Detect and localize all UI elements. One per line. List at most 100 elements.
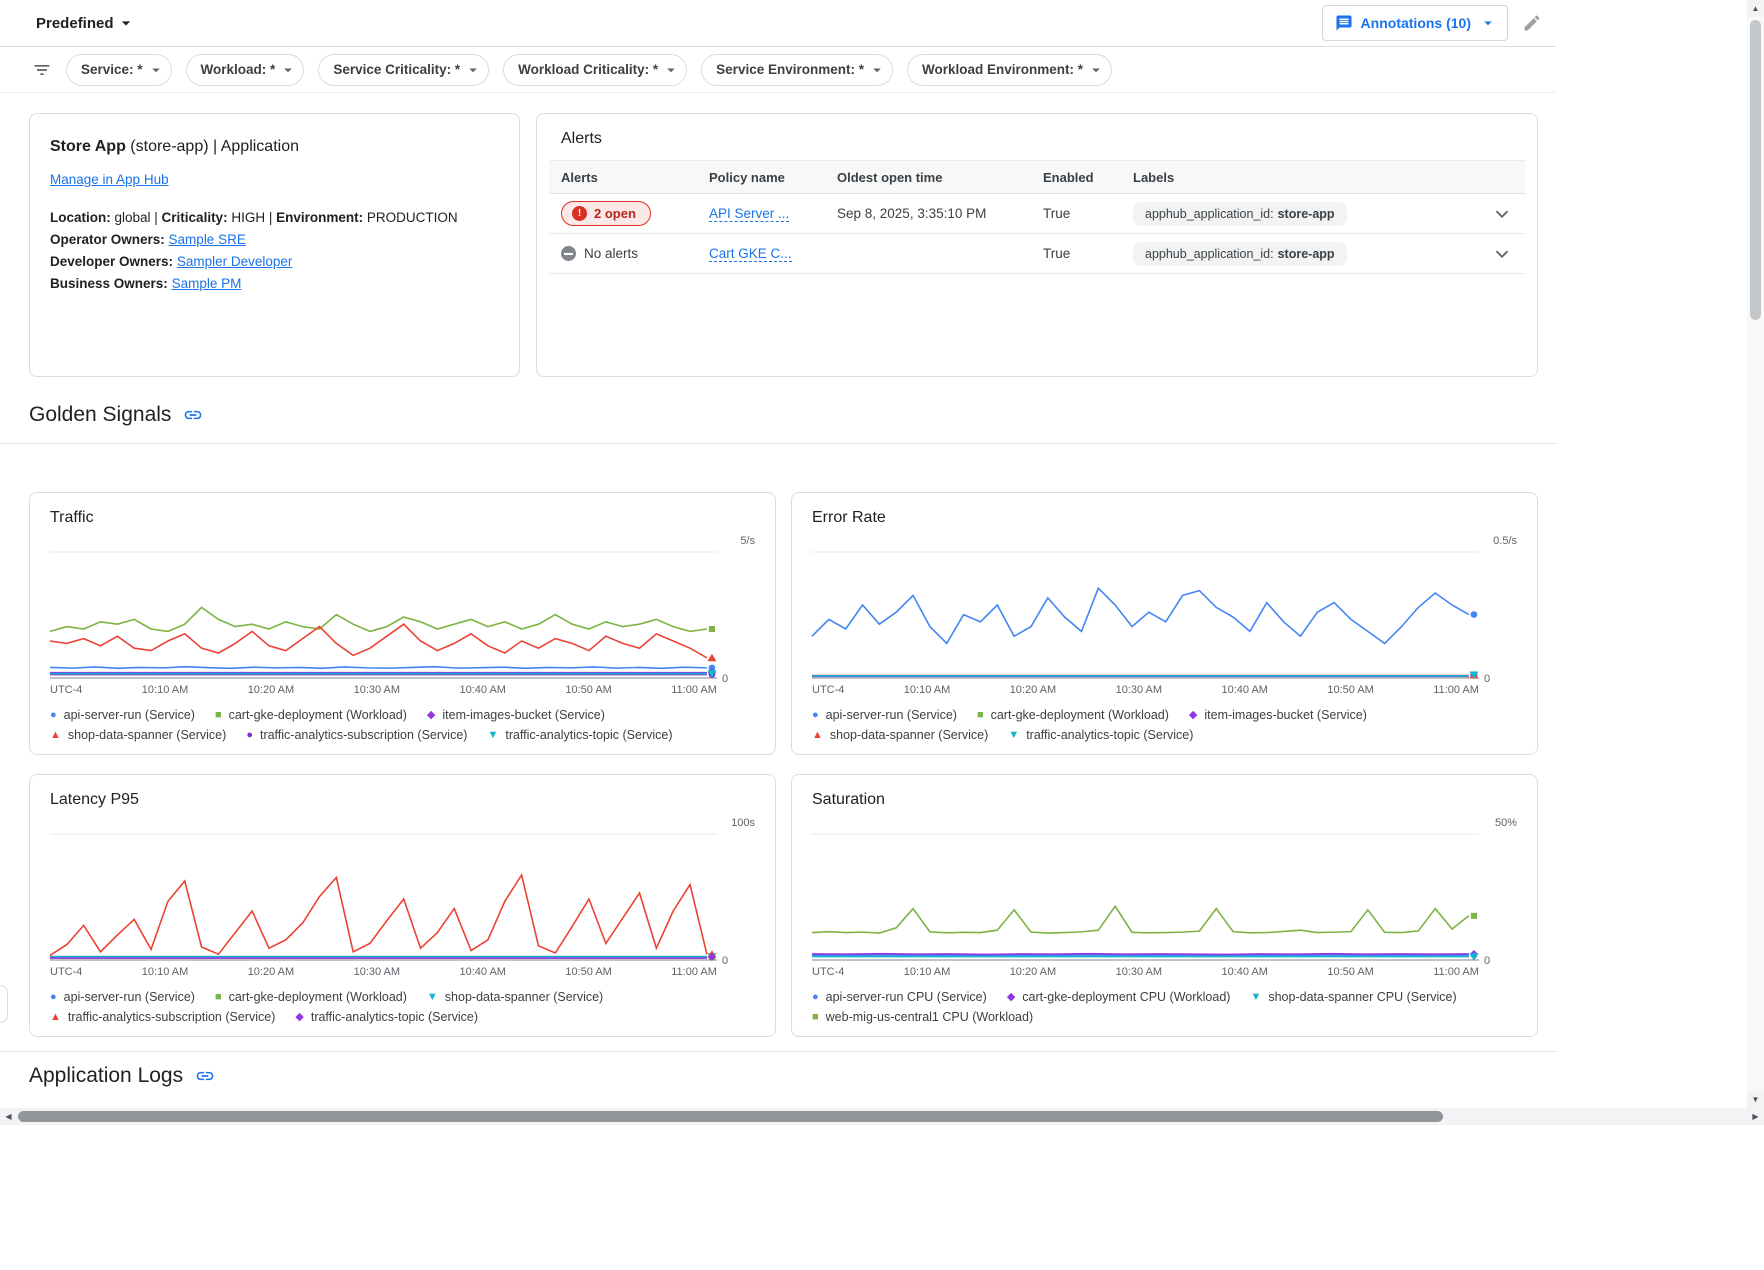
link-icon[interactable]	[195, 1066, 215, 1086]
preset-dropdown[interactable]: Predefined	[36, 13, 136, 33]
alert-open-badge[interactable]: 2 open	[561, 201, 651, 226]
vertical-scrollbar[interactable]: ▲ ▼	[1747, 0, 1764, 1108]
edit-icon[interactable]	[1522, 13, 1542, 33]
x-tick-label: 10:40 AM	[459, 684, 505, 696]
x-tick-label: 10:50 AM	[565, 966, 611, 978]
owner-link[interactable]: Sample PM	[172, 276, 242, 291]
owner-link[interactable]: Sample SRE	[169, 232, 246, 247]
x-tick-label: 10:20 AM	[248, 684, 294, 696]
chart-plot[interactable]	[50, 551, 717, 679]
legend-item[interactable]: ● api-server-run (Service)	[812, 708, 957, 722]
vertical-scroll-thumb[interactable]	[1750, 20, 1761, 320]
y-axis: 0.5/s 0	[1479, 551, 1517, 679]
scroll-right-arrow[interactable]: ▶	[1747, 1108, 1764, 1125]
filter-chip[interactable]: Service Criticality: *	[318, 54, 489, 86]
section-divider	[0, 443, 1556, 444]
chevron-down-icon	[147, 61, 165, 79]
alerts-table: AlertsPolicy nameOldest open timeEnabled…	[549, 160, 1525, 274]
legend-series-name: api-server-run (Service)	[826, 708, 957, 722]
x-tick-label: 10:30 AM	[1116, 684, 1162, 696]
legend-item[interactable]: ▲traffic-analytics-subscription (Service…	[50, 1010, 275, 1024]
chevron-down-icon	[662, 61, 680, 79]
alert-labels-cell: apphub_application_id:store-app	[1125, 194, 1481, 234]
legend-item[interactable]: ▼shop-data-spanner CPU (Service)	[1250, 990, 1456, 1004]
legend-marker-square-icon: ■	[977, 710, 984, 721]
chart-legend: ● api-server-run (Service) ■cart-gke-deplo…	[812, 708, 1517, 742]
expand-row-button[interactable]	[1489, 241, 1515, 267]
chevron-down-icon	[279, 61, 297, 79]
filter-chip[interactable]: Workload Criticality: *	[503, 54, 687, 86]
legend-item[interactable]: ▼traffic-analytics-topic (Service)	[487, 728, 672, 742]
legend-item[interactable]: ▲shop-data-spanner (Service)	[50, 728, 226, 742]
alerts-column-header: Enabled	[1035, 160, 1125, 194]
x-tick-label: 11:00 AM	[671, 966, 717, 978]
link-icon[interactable]	[183, 405, 203, 425]
policy-link[interactable]: API Server ...	[709, 206, 789, 222]
scroll-down-arrow[interactable]: ▼	[1747, 1091, 1764, 1108]
filter-icon[interactable]	[32, 60, 52, 80]
alert-labels-cell: apphub_application_id:store-app	[1125, 234, 1481, 274]
manage-app-hub-link[interactable]: Manage in App Hub	[50, 172, 169, 187]
chart-title: Error Rate	[812, 509, 1517, 527]
legend-item[interactable]: ●api-server-run (Service)	[50, 990, 195, 1004]
chevron-down-icon	[116, 13, 136, 33]
horizontal-scroll-thumb[interactable]	[18, 1111, 1443, 1122]
owner-link[interactable]: Sampler Developer	[177, 254, 293, 269]
legend-marker-circle-icon: ●	[50, 992, 57, 1003]
y-axis-max-label: 100s	[731, 817, 755, 829]
legend-series-name: cart-gke-deployment (Workload)	[229, 708, 407, 722]
alerts-column-header: Alerts	[549, 160, 701, 194]
application-logs-title: Application Logs	[29, 1064, 183, 1088]
preset-label: Predefined	[36, 15, 114, 32]
filter-chip[interactable]: Workload: *	[186, 54, 305, 86]
x-tick-label: 10:50 AM	[1327, 966, 1373, 978]
scroll-left-arrow[interactable]: ◀	[0, 1108, 17, 1125]
annotations-button[interactable]: Annotations (10)	[1322, 5, 1508, 41]
filter-chip[interactable]: Service Environment: *	[701, 54, 893, 86]
chart-plot[interactable]	[812, 833, 1479, 961]
legend-item[interactable]: ◆ cart-gke-deployment CPU (Workload)	[1007, 990, 1231, 1004]
golden-signals-header: Golden Signals	[29, 403, 1538, 427]
legend-marker-circle-icon: ●	[50, 710, 57, 721]
legend-series-name: item-images-bucket (Service)	[1204, 708, 1367, 722]
policy-link[interactable]: Cart GKE C...	[709, 246, 792, 262]
chart-card-saturation: Saturation 50% 0 UTC-410:10 AM10:20 AM10…	[791, 774, 1538, 1037]
chart-plot[interactable]	[50, 833, 717, 961]
legend-marker-diamond-icon: ◆	[1007, 992, 1015, 1003]
app-info-card: Store App (store-app) | Application Mana…	[29, 113, 520, 377]
legend-item[interactable]: ◆item-images-bucket (Service)	[427, 708, 605, 722]
legend-marker-circle-icon: ●	[812, 710, 819, 721]
legend-series-name: cart-gke-deployment CPU (Workload)	[1022, 990, 1230, 1004]
chart-legend: ●api-server-run CPU (Service) ◆ cart-gke-d…	[812, 990, 1517, 1024]
legend-item[interactable]: ■cart-gke-deployment (Workload)	[215, 708, 407, 722]
legend-item[interactable]: ■web-mig-us-central1 CPU (Workload)	[812, 1010, 1033, 1024]
legend-item[interactable]: ◆item-images-bucket (Service)	[1189, 708, 1367, 722]
filter-chip-label: Service: *	[81, 62, 143, 77]
expand-row-button[interactable]	[1489, 201, 1515, 227]
scroll-up-arrow[interactable]: ▲	[1747, 0, 1764, 17]
legend-item[interactable]: ●api-server-run CPU (Service)	[812, 990, 987, 1004]
legend-series-name: web-mig-us-central1 CPU (Workload)	[826, 1010, 1033, 1024]
legend-item[interactable]: ●api-server-run (Service)	[50, 708, 195, 722]
legend-item[interactable]: ▲shop-data-spanner (Service)	[812, 728, 988, 742]
no-alerts-status: No alerts	[561, 246, 638, 261]
x-tick-label: 11:00 AM	[1433, 684, 1479, 696]
horizontal-scrollbar[interactable]: ◀ ▶	[0, 1108, 1764, 1125]
legend-marker-triangle-up-icon: ▲	[50, 730, 61, 741]
legend-item[interactable]: ■cart-gke-deployment (Workload)	[977, 708, 1169, 722]
legend-item[interactable]: ▼shop-data-spanner (Service)	[427, 990, 603, 1004]
legend-item[interactable]: ■cart-gke-deployment (Workload)	[215, 990, 407, 1004]
filter-chip[interactable]: Service: *	[66, 54, 172, 86]
legend-marker-triangle-down-icon: ▼	[427, 992, 438, 1003]
chart-plot[interactable]	[812, 551, 1479, 679]
chart-legend: ●api-server-run (Service) ■cart-gke-deplo…	[50, 990, 755, 1024]
filter-bar: Service: * Workload: * Service Criticality…	[0, 47, 1556, 93]
legend-item[interactable]: ●traffic-analytics-subscription (Service…	[246, 728, 467, 742]
app-title: Store App (store-app) | Application	[50, 138, 499, 156]
legend-item[interactable]: ▼traffic-analytics-topic (Service)	[1008, 728, 1193, 742]
filter-chip[interactable]: Workload Environment: *	[907, 54, 1112, 86]
x-tick-label: 11:00 AM	[1433, 966, 1479, 978]
legend-item[interactable]: ◆traffic-analytics-topic (Service)	[295, 1010, 478, 1024]
x-tick-label: 10:10 AM	[904, 966, 950, 978]
x-tick-label: 10:20 AM	[1010, 684, 1056, 696]
